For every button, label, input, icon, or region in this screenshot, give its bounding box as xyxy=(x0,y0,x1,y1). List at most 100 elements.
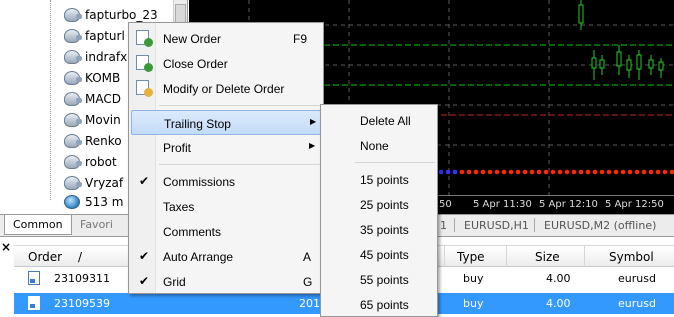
chart-tab-eurusd-m2[interactable]: EURUSD,M2 (offline) xyxy=(544,219,656,232)
indicator-dot xyxy=(438,169,444,175)
navigator-item[interactable]: robot xyxy=(64,152,117,172)
menu-item-label: Comments xyxy=(163,225,222,239)
tab-common[interactable]: Common xyxy=(4,215,72,235)
menu-item-label: Taxes xyxy=(163,200,195,214)
expert-advisor-icon xyxy=(64,8,82,22)
indicator-dot xyxy=(536,169,542,175)
indicator-dot xyxy=(648,169,654,175)
submenu-item[interactable]: None xyxy=(323,133,435,158)
expert-advisor-icon xyxy=(64,29,82,43)
column-symbol[interactable]: Symbol xyxy=(609,250,654,264)
indicator-dot xyxy=(473,169,479,175)
navigator-item[interactable]: KOMB xyxy=(64,68,120,88)
indicator-dot xyxy=(571,169,577,175)
tab-favorites[interactable]: Favori xyxy=(72,215,121,235)
column-order[interactable]: Order xyxy=(28,250,62,264)
indicator-dot xyxy=(599,169,605,175)
indicator-dot xyxy=(550,169,556,175)
check-icon: ✔ xyxy=(139,174,150,188)
submenu-item[interactable]: 65 points xyxy=(323,292,435,317)
indicator-dot xyxy=(606,169,612,175)
order-symbol: eurusd xyxy=(618,297,656,310)
navigator-item-label: robot xyxy=(85,155,117,169)
indicator-dot xyxy=(627,169,633,175)
menu-item-profit[interactable]: Profit ▶ xyxy=(131,135,321,160)
indicator-dot xyxy=(487,169,493,175)
menu-item-close-order[interactable]: Close Order xyxy=(131,51,321,76)
expert-advisor-icon xyxy=(64,113,82,127)
new-order-icon xyxy=(136,30,153,47)
menu-item-label: Grid xyxy=(163,275,186,289)
navigator-item[interactable]: fapturl xyxy=(64,26,125,46)
order-size: 4.00 xyxy=(546,272,571,285)
time-label: 50 xyxy=(439,199,452,210)
context-menu: New Order F9 Close Order Modify or Delet… xyxy=(128,22,324,294)
menu-item-grid[interactable]: ✔ Grid G xyxy=(131,269,321,294)
shortcut: G xyxy=(303,275,313,289)
chart-tab-eurusd-h1[interactable]: EURUSD,H1 xyxy=(464,219,529,232)
submenu-arrow-icon: ▶ xyxy=(310,117,317,126)
order-icon xyxy=(28,296,40,310)
menu-item-trailing-stop[interactable]: Trailing Stop ▶ xyxy=(131,110,321,135)
chart-tab[interactable]: 1 xyxy=(440,219,447,232)
submenu-item[interactable]: 55 points xyxy=(323,267,435,292)
menu-item-new-order[interactable]: New Order F9 xyxy=(131,26,321,51)
menu-separator xyxy=(355,162,435,163)
navigator-item[interactable]: 513 m xyxy=(64,192,123,212)
indicator-dot xyxy=(585,169,591,175)
indicator-dot xyxy=(669,169,674,175)
column-size[interactable]: Size xyxy=(535,250,560,264)
menu-item-label: Close Order xyxy=(163,57,228,71)
menu-item-auto-arrange[interactable]: ✔ Auto Arrange A xyxy=(131,244,321,269)
navigator-item[interactable]: Vryzaf xyxy=(64,173,123,193)
submenu-arrow-icon: ▶ xyxy=(309,141,316,150)
indicator-dot xyxy=(522,169,528,175)
menu-item-label: Modify or Delete Order xyxy=(163,82,285,96)
navigator-item-label: indrafx xyxy=(85,50,128,64)
modify-order-icon xyxy=(136,80,153,97)
time-label: 5 Apr 12:10 xyxy=(539,199,598,210)
submenu-item-label: 45 points xyxy=(360,248,409,262)
trailing-stop-submenu: Delete All None 15 points 25 points 35 p… xyxy=(320,104,438,317)
navigator-item[interactable]: Movin xyxy=(64,110,121,130)
indicator-dot xyxy=(592,169,598,175)
check-icon: ✔ xyxy=(139,274,150,288)
order-size: 4.00 xyxy=(546,297,571,310)
close-icon[interactable]: × xyxy=(1,240,11,254)
submenu-item[interactable]: 15 points xyxy=(323,167,435,192)
tab-separator xyxy=(454,218,455,232)
submenu-item-label: 15 points xyxy=(360,173,409,187)
submenu-item[interactable]: 45 points xyxy=(323,242,435,267)
navigator-item-label: fapturl xyxy=(85,29,125,43)
indicator-dot xyxy=(459,169,465,175)
globe-icon xyxy=(64,195,80,209)
order-type: buy xyxy=(463,272,484,285)
indicator-dot xyxy=(564,169,570,175)
menu-item-label: Auto Arrange xyxy=(163,250,234,264)
submenu-item[interactable]: 25 points xyxy=(323,192,435,217)
menu-item-label: Profit xyxy=(163,141,192,155)
menu-item-label: Trailing Stop xyxy=(164,117,231,131)
menu-item-taxes[interactable]: Taxes xyxy=(131,194,321,219)
menu-item-modify-order[interactable]: Modify or Delete Order xyxy=(131,76,321,101)
submenu-item-label: 65 points xyxy=(360,298,409,312)
submenu-item-label: None xyxy=(360,139,389,153)
menu-item-commissions[interactable]: ✔ Commissions xyxy=(131,169,321,194)
navigator-item-label: MACD xyxy=(85,92,121,106)
order-id: 23109311 xyxy=(54,272,110,285)
submenu-item[interactable]: 35 points xyxy=(323,217,435,242)
submenu-item[interactable]: Delete All xyxy=(323,108,435,133)
indicator-dot xyxy=(613,169,619,175)
navigator-item[interactable]: MACD xyxy=(64,89,121,109)
indicator-dot xyxy=(480,169,486,175)
navigator-item[interactable]: indrafx xyxy=(64,47,127,67)
expert-advisor-icon xyxy=(64,134,82,148)
column-divider xyxy=(506,246,507,267)
navigator-item[interactable]: Renko xyxy=(64,131,122,151)
shortcut: F9 xyxy=(293,32,308,46)
navigator-item-label: Renko xyxy=(85,134,122,148)
indicator-dot xyxy=(529,169,535,175)
menu-item-comments[interactable]: Comments xyxy=(131,219,321,244)
column-type[interactable]: Type xyxy=(457,250,485,264)
navigator-item-label: fapturbo_23 xyxy=(85,8,158,22)
